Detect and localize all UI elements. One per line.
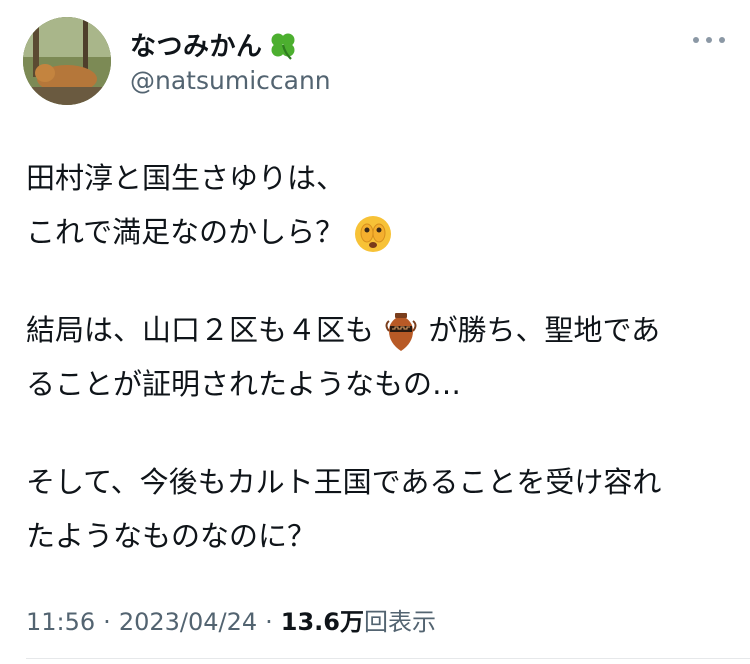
views-label: 回表示 [364, 608, 436, 636]
author-name-row: なつみかん [130, 26, 299, 63]
tweet-time[interactable]: 11:56 [26, 608, 95, 636]
avatar[interactable] [23, 17, 111, 105]
tweet-line: 結局は、山口２区も４区も が勝ち、聖地であ [26, 308, 660, 353]
separator: · [103, 608, 111, 636]
tweet-line-text: 結局は、山口２区も４区も [26, 313, 375, 347]
tweet-date[interactable]: 2023/04/24 [119, 608, 257, 636]
tweet-meta: 11:56 · 2023/04/24 · 13.6万回表示 [26, 602, 436, 637]
tweet-line: そして、今後もカルト王国であることを受け容れ [26, 465, 662, 499]
display-name[interactable]: なつみかん [130, 26, 263, 63]
tweet-line-text: が勝ち、聖地であ [428, 313, 661, 347]
four-leaf-clover-icon [271, 33, 295, 60]
views-count[interactable]: 13.6万 [281, 608, 364, 636]
face-with-peeking-eye-icon [355, 216, 392, 252]
tweet-line: ることが証明されたようなもの… [26, 367, 462, 401]
amphora-icon [385, 313, 417, 351]
divider [26, 658, 750, 659]
tweet-line: 田村淳と国生さゆりは、 [26, 161, 346, 195]
handle[interactable]: @natsumiccann [130, 66, 331, 95]
tweet-line: たようなものなのに？ [26, 519, 317, 553]
tweet-line-text: これで満足なのかしら？ [26, 215, 345, 249]
tweet-line: これで満足なのかしら？ [26, 210, 393, 254]
more-options-icon[interactable] [693, 34, 725, 46]
separator: · [265, 608, 273, 636]
